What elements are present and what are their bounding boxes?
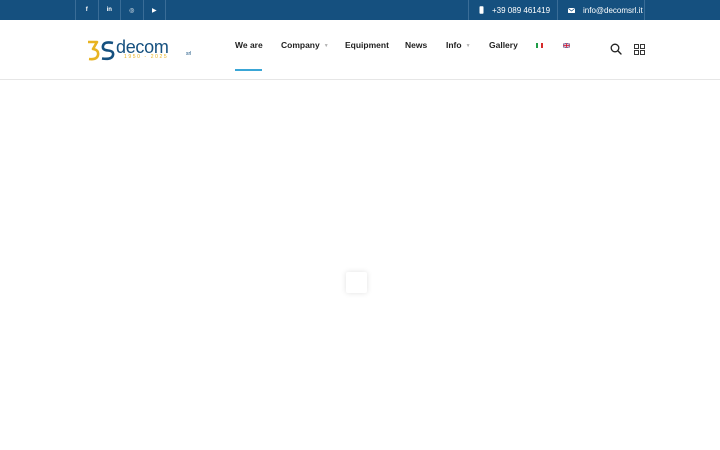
- envelope-icon: [568, 7, 575, 13]
- grid-menu-icon[interactable]: [634, 44, 645, 55]
- linkedin-icon[interactable]: in: [99, 0, 121, 20]
- nav-label: Company: [281, 40, 320, 50]
- nav-news[interactable]: News: [405, 40, 427, 50]
- email-link[interactable]: info@decomsrl.it: [557, 0, 645, 20]
- logo[interactable]: decom srl 1950 - 2025: [86, 37, 200, 63]
- youtube-icon[interactable]: ▶: [144, 0, 166, 20]
- phone-icon: [479, 6, 484, 14]
- italian-flag-icon[interactable]: [536, 43, 543, 48]
- chevron-down-icon: ▼: [323, 43, 329, 49]
- nav-label: Info: [446, 40, 462, 50]
- nav-gallery[interactable]: Gallery: [489, 40, 518, 50]
- nav-info[interactable]: Info ▼: [446, 40, 471, 51]
- nav-we-are[interactable]: We are: [235, 40, 263, 50]
- nav-label: News: [405, 40, 428, 50]
- nav-label: Equipment: [345, 40, 389, 50]
- email-address: info@decomsrl.it: [583, 5, 643, 15]
- nav-equipment[interactable]: Equipment: [345, 40, 389, 50]
- main-header: decom srl 1950 - 2025 We are Company ▼ Eq…: [0, 20, 720, 80]
- phone-number: +39 089 461419: [492, 5, 551, 15]
- active-nav-indicator: [235, 69, 262, 71]
- search-icon[interactable]: [610, 43, 622, 55]
- uk-flag-icon[interactable]: [563, 43, 570, 48]
- phone-link[interactable]: +39 089 461419: [468, 0, 557, 20]
- logo-3d-mark: [88, 40, 115, 61]
- instagram-icon[interactable]: ◎: [121, 0, 144, 20]
- nav-label: We are: [235, 40, 263, 50]
- social-links: f in ◎ ▶: [75, 0, 166, 20]
- chevron-down-icon: ▼: [465, 43, 471, 49]
- logo-srl: srl: [186, 51, 192, 57]
- logo-years: 1950 - 2025: [124, 54, 169, 60]
- facebook-icon[interactable]: f: [76, 0, 99, 20]
- nav-label: Gallery: [489, 40, 518, 50]
- top-bar: f in ◎ ▶ +39 089 461419 info@decomsrl.it: [0, 0, 720, 20]
- page-loader: [346, 272, 367, 293]
- nav-company[interactable]: Company ▼: [281, 40, 329, 51]
